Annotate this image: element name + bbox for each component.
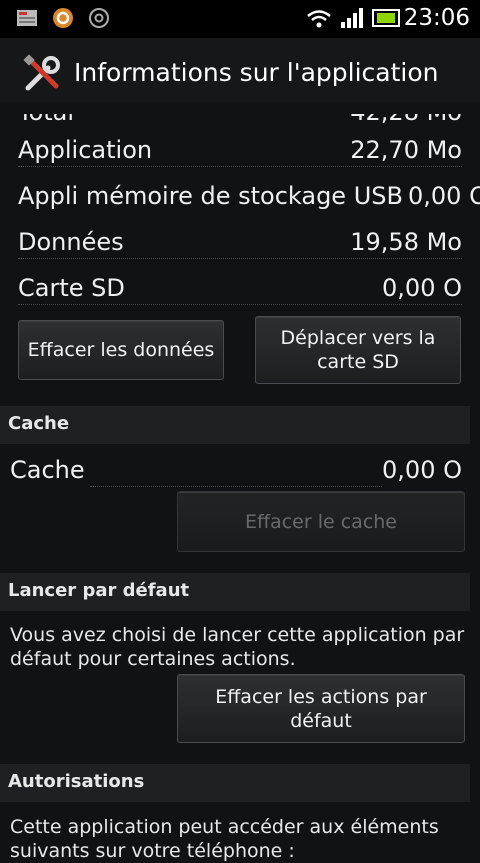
- section-divider: [470, 406, 480, 444]
- row-value: 19,58 Mo: [350, 228, 462, 256]
- clear-cache-button[interactable]: Effacer le cache: [177, 491, 465, 552]
- storage-row-usb: Appli mémoire de stockage USB 0,00 O: [18, 182, 480, 220]
- tools-icon: [23, 54, 60, 91]
- storage-row-data: Données 19,58 Mo: [18, 228, 462, 266]
- row-value: 0,00 O: [382, 274, 462, 302]
- clear-defaults-button[interactable]: Effacer les actions par défaut: [177, 674, 465, 743]
- at-sign-icon: [89, 8, 109, 28]
- battery-icon: [372, 9, 400, 27]
- status-bar: 23:06: [0, 0, 480, 38]
- storage-row-sd-card: Carte SD 0,00 O: [18, 274, 462, 312]
- launch-default-description: Vous avez choisi de lancer cette applica…: [10, 624, 465, 670]
- row-value: 0,00 O: [408, 182, 480, 210]
- row-label: Total: [18, 98, 75, 126]
- orange-circle-icon: [53, 8, 73, 28]
- storage-row-total: Total 42,28 Mo: [18, 98, 462, 136]
- row-label: Cache: [10, 456, 85, 484]
- clear-data-button[interactable]: Effacer les données: [18, 320, 224, 380]
- dotted-leader: [18, 304, 462, 305]
- row-label: Données: [18, 228, 124, 256]
- section-divider: [470, 764, 480, 802]
- dotted-leader: [90, 486, 382, 487]
- dotted-leader: [18, 258, 462, 259]
- section-header-launch-default: Lancer par défaut: [0, 573, 480, 611]
- dotted-leader: [18, 166, 462, 167]
- page-title: Informations sur l'application: [74, 58, 439, 87]
- permissions-description: Cette application peut accéder aux éléme…: [10, 816, 439, 862]
- row-label: Application: [18, 136, 153, 164]
- storage-row-application: Application 22,70 Mo: [18, 136, 462, 174]
- section-title: Cache: [8, 413, 70, 434]
- cache-row: Cache 0,00 O: [10, 456, 462, 494]
- title-bar: Informations sur l'application: [0, 38, 480, 102]
- row-value: 42,28 Mo: [350, 98, 462, 126]
- section-divider: [470, 573, 480, 611]
- move-to-sd-button[interactable]: Déplacer vers la carte SD: [255, 316, 461, 384]
- row-value: 22,70 Mo: [350, 136, 462, 164]
- row-label: Carte SD: [18, 274, 125, 302]
- news-icon: [17, 10, 37, 26]
- row-value: 0,00 O: [382, 456, 462, 484]
- section-title: Autorisations: [8, 771, 145, 792]
- wifi-icon: [307, 10, 331, 28]
- status-time: 23:06: [403, 5, 470, 31]
- section-title: Lancer par défaut: [8, 580, 190, 601]
- row-label: Appli mémoire de stockage USB: [18, 182, 403, 210]
- section-header-cache: Cache: [0, 406, 480, 444]
- signal-icon: [341, 8, 363, 28]
- section-header-permissions: Autorisations: [0, 764, 480, 802]
